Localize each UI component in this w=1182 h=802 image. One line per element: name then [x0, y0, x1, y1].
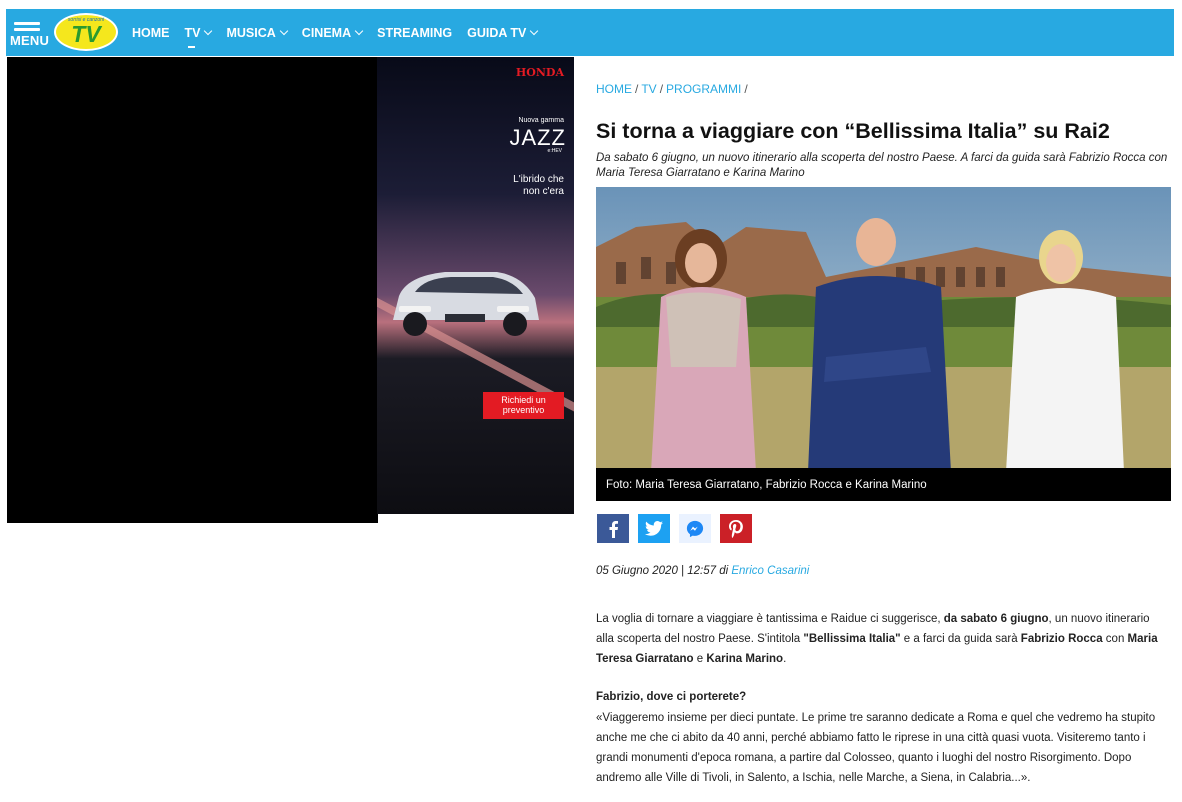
article-title: Si torna a viaggiare con “Bellissima Ita… [596, 119, 1110, 143]
text-run: . [783, 653, 787, 665]
breadcrumb-tv[interactable]: TV [641, 82, 656, 96]
article-subtitle: Da sabato 6 giugno, un nuovo itinerario … [596, 152, 1168, 179]
nav-item-musica[interactable]: MUSICA [226, 25, 289, 40]
menu-button[interactable]: MENU [10, 20, 54, 48]
article-photo[interactable] [596, 187, 1171, 472]
ad-variant: e:HEV [547, 148, 562, 154]
pinterest-icon [729, 519, 743, 538]
text-run: e a farci da guida sarà [900, 633, 1021, 645]
top-navigation-bar: MENU sorrisi e canzoni TV HOME TV MUSICA… [6, 9, 1174, 56]
breadcrumb-home[interactable]: HOME [596, 82, 632, 96]
twitter-icon [645, 521, 663, 536]
nav-item-home[interactable]: HOME [132, 26, 170, 40]
hamburger-icon-line [14, 28, 40, 31]
ad-cta-line: preventivo [502, 405, 545, 415]
breadcrumb: HOME / TV / PROGRAMMI / [596, 82, 751, 96]
nav-item-label: HOME [132, 25, 170, 40]
article-paragraph: La voglia di tornare a viaggiare è tanti… [596, 609, 1166, 669]
author-link[interactable]: Enrico Casarini [731, 565, 809, 577]
hamburger-icon [14, 22, 40, 25]
article-date: 05 Giugno 2020 | 12:57 di [596, 565, 729, 577]
text-run: con [1102, 633, 1128, 645]
menu-label: MENU [10, 33, 50, 48]
breadcrumb-separator: / [744, 82, 748, 96]
photo-caption-text: Foto: Maria Teresa Giarratano, Fabrizio … [606, 479, 927, 491]
article-byline: 05 Giugno 2020 | 12:57 di Enrico Casarin… [596, 565, 809, 577]
chevron-down-icon [204, 26, 213, 36]
share-pinterest-button[interactable] [720, 514, 752, 543]
nav-item-cinema[interactable]: CINEMA [301, 25, 364, 40]
nav-item-streaming[interactable]: STREAMING [377, 26, 452, 40]
breadcrumb-separator: / [635, 82, 639, 96]
share-facebook-button[interactable] [597, 514, 629, 543]
ad-cta-button[interactable]: Richiedi un preventivo [483, 392, 564, 419]
text-run: e [693, 653, 707, 665]
breadcrumb-separator: / [659, 82, 664, 96]
interview-question: Fabrizio, dove ci porterete? [596, 691, 747, 703]
main-nav: HOME TV MUSICA CINEMA STREAMING GUIDA TV [132, 9, 552, 56]
text-bold: Fabrizio Rocca [1020, 633, 1103, 645]
interview-answer: «Viaggeremo insieme per dieci puntate. L… [596, 712, 1156, 784]
ad-cta-line: Richiedi un [501, 395, 546, 405]
active-indicator [187, 45, 195, 48]
photo-illustration [596, 187, 1171, 472]
photo-caption: Foto: Maria Teresa Giarratano, Fabrizio … [596, 468, 1171, 501]
nav-item-label: CINEMA [301, 25, 352, 40]
chevron-down-icon [354, 26, 364, 36]
ad-line: Nuova gamma [518, 117, 564, 124]
car-image [393, 272, 539, 336]
nav-item-guida-tv[interactable]: GUIDA TV [467, 25, 539, 40]
chevron-down-icon [279, 26, 289, 36]
nav-item-tv[interactable]: TV [184, 25, 213, 48]
messenger-icon [686, 520, 704, 537]
text-bold: Karina Marino [706, 653, 784, 665]
logo-text: TV [71, 21, 101, 47]
text-bold: da sabato 6 giugno [943, 613, 1049, 625]
nav-item-label: TV [184, 25, 201, 40]
ad-brand: HONDA [515, 66, 564, 79]
text-run: La voglia di tornare a viaggiare è tanti… [596, 613, 944, 625]
share-messenger-button[interactable] [679, 514, 711, 543]
text-bold: "Bellissima Italia" [803, 633, 901, 645]
nav-item-label: MUSICA [226, 25, 276, 40]
honda-advertisement[interactable]: HONDA Nuova gamma JAZZ e:HEV L'ibrido ch… [377, 57, 574, 514]
video-player-area[interactable] [7, 57, 378, 523]
ad-tagline: non c'era [523, 186, 564, 197]
share-twitter-button[interactable] [638, 514, 670, 543]
chevron-down-icon [530, 26, 539, 36]
breadcrumb-programmi[interactable]: PROGRAMMI [666, 82, 741, 96]
share-buttons [597, 514, 761, 543]
ad-tagline: L'ibrido che [513, 174, 564, 185]
facebook-icon [609, 520, 618, 538]
site-logo[interactable]: sorrisi e canzoni TV [54, 13, 118, 51]
nav-item-label: STREAMING [377, 25, 453, 40]
nav-item-label: GUIDA TV [467, 25, 527, 40]
